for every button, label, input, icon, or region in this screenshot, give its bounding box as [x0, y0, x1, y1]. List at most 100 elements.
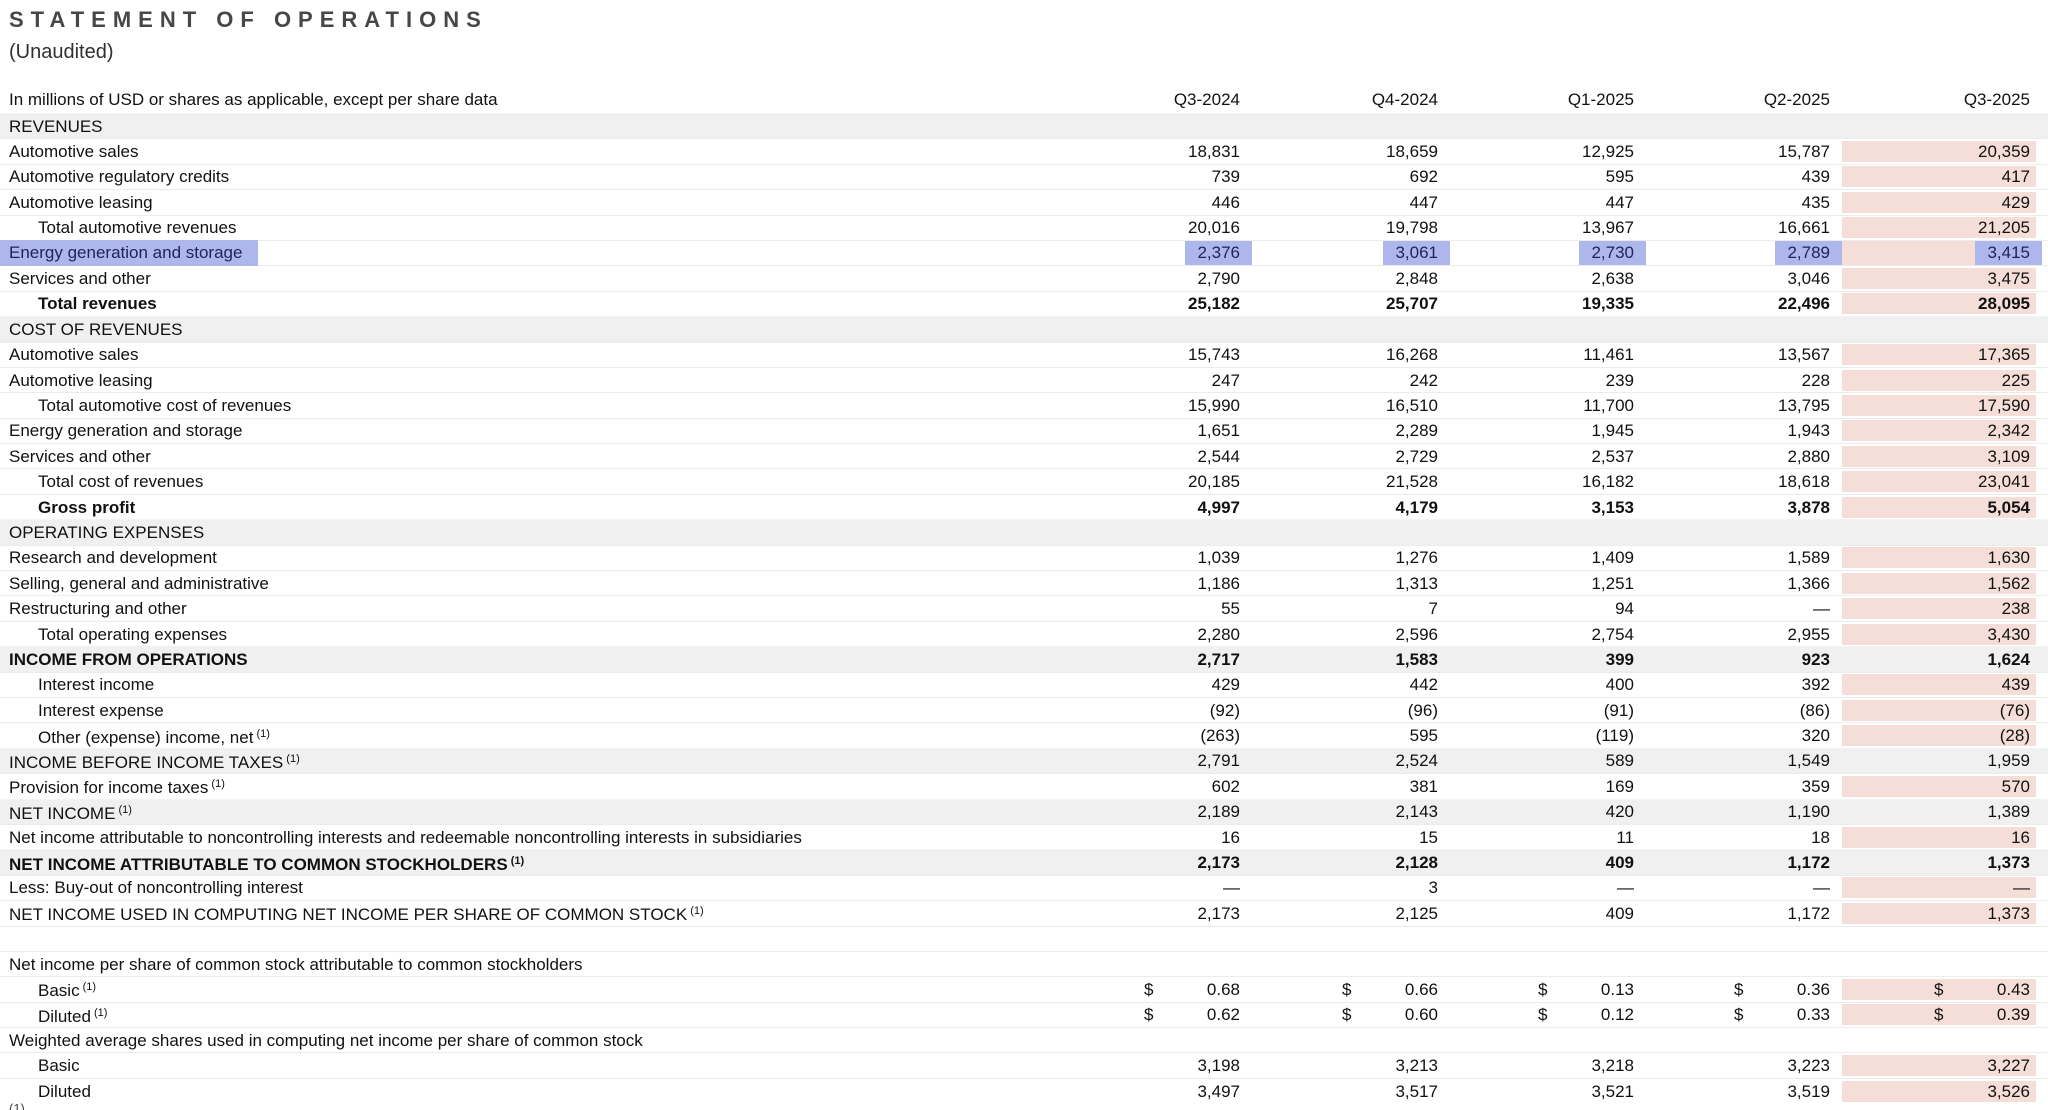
statement-table: In millions of USD or shares as applicab… [0, 86, 2048, 1103]
dollar-sign: $ [1342, 979, 1351, 1000]
value-cell: 19,798 [1240, 217, 1438, 238]
row-label: Basic [0, 1055, 1043, 1076]
value-cell: 602 [1043, 776, 1240, 797]
value-cell: 429 [1830, 192, 2048, 213]
table-row: Services and other2,7902,8482,6383,0463,… [0, 265, 2048, 290]
value-cell: 3,517 [1240, 1081, 1438, 1102]
footnote-marker: (1) [115, 804, 132, 816]
page-subtitle: (Unaudited) [9, 41, 114, 64]
row-label: Automotive leasing [0, 370, 1043, 391]
value-cell: 19,335 [1438, 293, 1634, 314]
value-cell: 2,289 [1240, 420, 1438, 441]
currency-amount: 0.43 [1997, 979, 2030, 1000]
value-cell: 16,510 [1240, 395, 1438, 416]
row-label: Less: Buy-out of noncontrolling interest [0, 877, 1043, 898]
row-label: Net income attributable to noncontrollin… [0, 827, 1043, 848]
value-cell: 2,717 [1043, 649, 1240, 670]
value-cell: 2,125 [1240, 903, 1438, 924]
value-cell: (28) [1830, 725, 2048, 746]
table-row: Net income attributable to noncontrollin… [0, 824, 2048, 849]
value-cell: 2,730 [1438, 241, 1634, 265]
value-cell: 13,967 [1438, 217, 1634, 238]
table-row: Total operating expenses2,2802,5962,7542… [0, 621, 2048, 646]
value-cell: 1,409 [1438, 547, 1634, 568]
value-cell: — [1830, 877, 2048, 898]
value-cell: 2,173 [1043, 852, 1240, 873]
row-label: Other (expense) income, net (1) [0, 724, 1043, 748]
value-cell: 381 [1240, 776, 1438, 797]
table-row: Other (expense) income, net (1)(263)595(… [0, 722, 2048, 747]
table-row: Total automotive revenues20,01619,79813,… [0, 215, 2048, 240]
value-cell: 16,661 [1634, 217, 1830, 238]
value-cell: 18,659 [1240, 141, 1438, 162]
currency-amount: 0.12 [1601, 1004, 1634, 1025]
currency-amount: 0.39 [1997, 1004, 2030, 1025]
value-cell: 399 [1438, 649, 1634, 670]
value-cell: $0.60 [1240, 1004, 1438, 1025]
footnote-marker: (1) [208, 778, 225, 790]
value-cell: 22,496 [1634, 293, 1830, 314]
statement-of-operations-page: STATEMENT OF OPERATIONS (Unaudited) In m… [0, 0, 2048, 1110]
highlighted-row-label: Energy generation and storage [0, 240, 258, 266]
table-row: Automotive leasing446447447435429 [0, 189, 2048, 214]
currency-amount: 0.36 [1797, 979, 1830, 1000]
value-cell: (92) [1043, 700, 1240, 721]
page-title: STATEMENT OF OPERATIONS [9, 7, 488, 33]
value-cell: 446 [1043, 192, 1240, 213]
value-cell: 3,153 [1438, 497, 1634, 518]
value-cell: 1,373 [1830, 903, 2048, 924]
value-cell: 392 [1634, 674, 1830, 695]
value-cell: 429 [1043, 674, 1240, 695]
value-cell: 3,519 [1634, 1081, 1830, 1102]
value-cell: (96) [1240, 700, 1438, 721]
currency-value: $0.43 [1934, 979, 2030, 1000]
dollar-sign: $ [1144, 979, 1153, 1000]
dollar-sign: $ [1734, 979, 1743, 1000]
value-cell: $0.12 [1438, 1004, 1634, 1025]
table-row: Interest expense(92)(96)(91)(86)(76) [0, 697, 2048, 722]
table-row: Total automotive cost of revenues15,9901… [0, 392, 2048, 417]
value-cell: 3,046 [1634, 268, 1830, 289]
value-cell: 20,016 [1043, 217, 1240, 238]
table-caption: In millions of USD or shares as applicab… [0, 89, 1043, 110]
row-label: Automotive sales [0, 141, 1043, 162]
row-label: Net income per share of common stock att… [0, 954, 1043, 975]
table-row: Energy generation and storage1,6512,2891… [0, 418, 2048, 443]
table-row: Selling, general and administrative1,186… [0, 570, 2048, 595]
value-cell: 3 [1240, 877, 1438, 898]
value-cell: 442 [1240, 674, 1438, 695]
value-cell: 3,223 [1634, 1055, 1830, 1076]
value-cell: 238 [1830, 598, 2048, 619]
value-cell: 3,521 [1438, 1081, 1634, 1102]
value-cell: $0.62 [1043, 1004, 1240, 1025]
value-cell: 18,831 [1043, 141, 1240, 162]
value-cell: 417 [1830, 166, 2048, 187]
value-cell: 20,185 [1043, 471, 1240, 492]
value-cell: 1,583 [1240, 649, 1438, 670]
value-cell: 28,095 [1830, 293, 2048, 314]
table-row: Total cost of revenues20,18521,52816,182… [0, 468, 2048, 493]
value-cell: 2,376 [1043, 241, 1240, 265]
value-cell: 3,526 [1830, 1081, 2048, 1102]
table-row: NET INCOME (1)2,1892,1434201,1901,389 [0, 799, 2048, 824]
row-label: NET INCOME ATTRIBUTABLE TO COMMON STOCKH… [0, 851, 1043, 875]
row-label: Energy generation and storage [0, 420, 1043, 441]
row-label: Services and other [0, 446, 1043, 467]
value-cell: 7 [1240, 598, 1438, 619]
row-label: Interest income [0, 674, 1043, 695]
value-cell: 225 [1830, 370, 2048, 391]
value-cell: 3,213 [1240, 1055, 1438, 1076]
value-cell: 18,618 [1634, 471, 1830, 492]
value-cell: 3,227 [1830, 1055, 2048, 1076]
value-cell: 692 [1240, 166, 1438, 187]
row-label: Diluted [0, 1081, 1043, 1102]
value-cell: 5,054 [1830, 497, 2048, 518]
row-label: OPERATING EXPENSES [0, 522, 1043, 543]
value-cell: 447 [1438, 192, 1634, 213]
value-cell: 94 [1438, 598, 1634, 619]
value-cell: 2,789 [1634, 241, 1830, 265]
value-cell: 320 [1634, 725, 1830, 746]
dollar-sign: $ [1538, 1004, 1547, 1025]
value-cell: $0.66 [1240, 979, 1438, 1000]
value-cell: 2,524 [1240, 750, 1438, 771]
